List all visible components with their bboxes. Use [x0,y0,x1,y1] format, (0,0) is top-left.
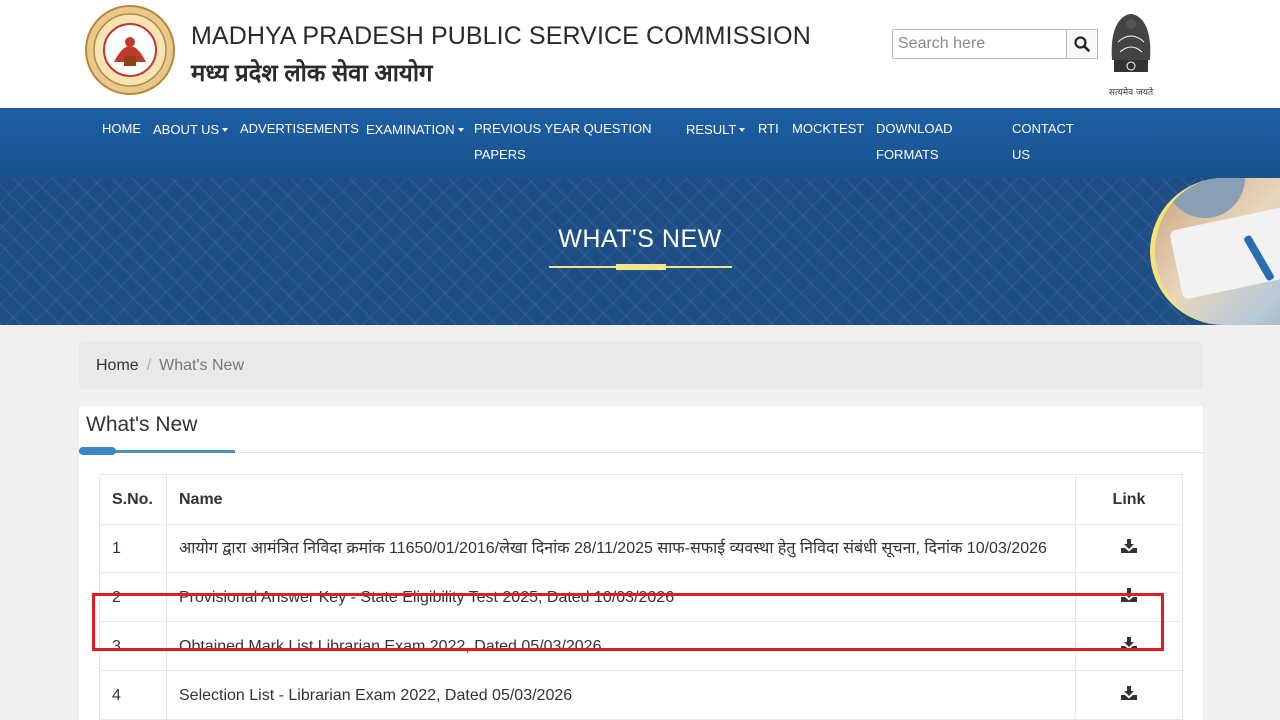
nav-examination[interactable]: EXAMINATION [366,117,464,143]
caret-down-icon [457,127,464,132]
nav-advertisements-label: ADVERTISEMENTS [240,121,359,136]
header-sno: S.No. [99,474,167,525]
nav-rti[interactable]: RTI [758,116,779,142]
row-sno: 1 [99,524,167,573]
header-link: Link [1075,474,1183,525]
row-name: आयोग द्वारा आमंत्रित निविदा क्रमांक 1165… [166,524,1076,573]
org-name-hindi: मध्य प्रदेश लोक सेवा आयोग [191,60,433,87]
breadcrumb-separator: / [146,357,152,374]
breadcrumb-home[interactable]: Home [96,357,139,374]
row-name: Obtained Mark List Librarian Exam 2022, … [166,621,1076,671]
panel-title-underline-accent [79,447,116,455]
nav-mocktest[interactable]: MOCKTEST [792,116,864,142]
table-header-row: S.No. Name Link [99,474,1183,525]
nav-download-label-line1: DOWNLOAD [876,121,953,136]
nav-contact-label-line1: CONTACT [1012,121,1074,136]
nav-contact-label-line2: US [1012,147,1031,162]
photo-shape [1165,178,1245,218]
row-sno: 3 [99,621,167,671]
table-row: 2 Provisional Answer Key - State Eligibi… [99,572,1183,622]
caret-down-icon [222,127,229,132]
download-icon[interactable] [1121,685,1137,700]
nav-result-label: RESULT [686,122,737,137]
mppsc-logo-icon[interactable] [84,4,176,96]
header-name: Name [166,474,1076,525]
whats-new-panel: What's New S.No. Name Link 1 आयोग द्वारा… [79,406,1203,720]
nav-examination-label: EXAMINATION [366,122,455,137]
row-link-cell [1075,524,1183,573]
row-sno: 4 [99,670,167,720]
page-banner: WHAT'S NEW [0,178,1280,325]
nav-download-formats[interactable]: DOWNLOAD FORMATS [876,116,953,168]
nav-about-us[interactable]: ABOUT US [153,117,229,143]
search-button[interactable] [1067,29,1098,59]
row-link-cell [1075,670,1183,720]
row-name: Selection List - Librarian Exam 2022, Da… [166,670,1076,720]
national-emblem-icon: सत्यमेव जयते [1109,14,1154,98]
whats-new-table: S.No. Name Link 1 आयोग द्वारा आमंत्रित न… [99,474,1183,720]
download-icon[interactable] [1121,636,1137,651]
breadcrumb: Home / What's New [79,342,1203,389]
nav-about-us-label: ABOUT US [153,122,220,137]
main-nav: HOME ABOUT US ADVERTISEMENTS EXAMINATION… [0,108,1280,178]
site-header: MADHYA PRADESH PUBLIC SERVICE COMMISSION… [0,0,1280,108]
panel-divider [79,452,1203,453]
nav-mocktest-label: MOCKTEST [792,121,865,136]
row-name: Provisional Answer Key - State Eligibili… [166,572,1076,622]
download-icon[interactable] [1121,587,1137,602]
table-row: 4 Selection List - Librarian Exam 2022, … [99,670,1183,720]
row-link-cell [1075,572,1183,622]
row-link-cell [1075,621,1183,671]
nav-pyq-label-line1: PREVIOUS YEAR QUESTION [474,121,652,136]
banner-title: WHAT'S NEW [558,225,722,253]
search-input[interactable] [892,29,1067,59]
nav-pyq-label-line2: PAPERS [474,147,526,162]
caret-down-icon [739,127,746,132]
row-sno: 2 [99,572,167,622]
download-icon[interactable] [1121,539,1137,553]
table-row: 3 Obtained Mark List Librarian Exam 2022… [99,621,1183,671]
nav-contact-us[interactable]: CONTACT US [1012,116,1074,168]
search-icon [1074,36,1090,52]
nav-result[interactable]: RESULT [686,117,746,143]
photo-paper [1169,206,1280,300]
org-name-english: MADHYA PRADESH PUBLIC SERVICE COMMISSION [191,22,811,50]
emblem-motto: सत्यमेव जयते [1109,86,1154,98]
nav-home[interactable]: HOME [102,116,141,142]
nav-rti-label: RTI [758,121,779,136]
nav-advertisements[interactable]: ADVERTISEMENTS [240,116,359,142]
banner-divider-accent [616,264,666,270]
table-row: 1 आयोग द्वारा आमंत्रित निविदा क्रमांक 11… [99,524,1183,573]
nav-home-label: HOME [102,121,141,136]
breadcrumb-current: What's New [159,357,244,374]
panel-title: What's New [86,413,198,436]
nav-download-label-line2: FORMATS [876,147,939,162]
nav-previous-year-question-papers[interactable]: PREVIOUS YEAR QUESTION PAPERS [474,116,651,168]
